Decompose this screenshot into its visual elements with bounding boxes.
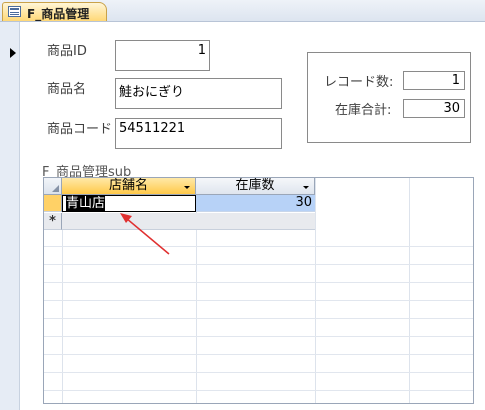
annotation-arrow-overlay: [120, 213, 170, 255]
annotation-arrow-line: [125, 217, 170, 255]
